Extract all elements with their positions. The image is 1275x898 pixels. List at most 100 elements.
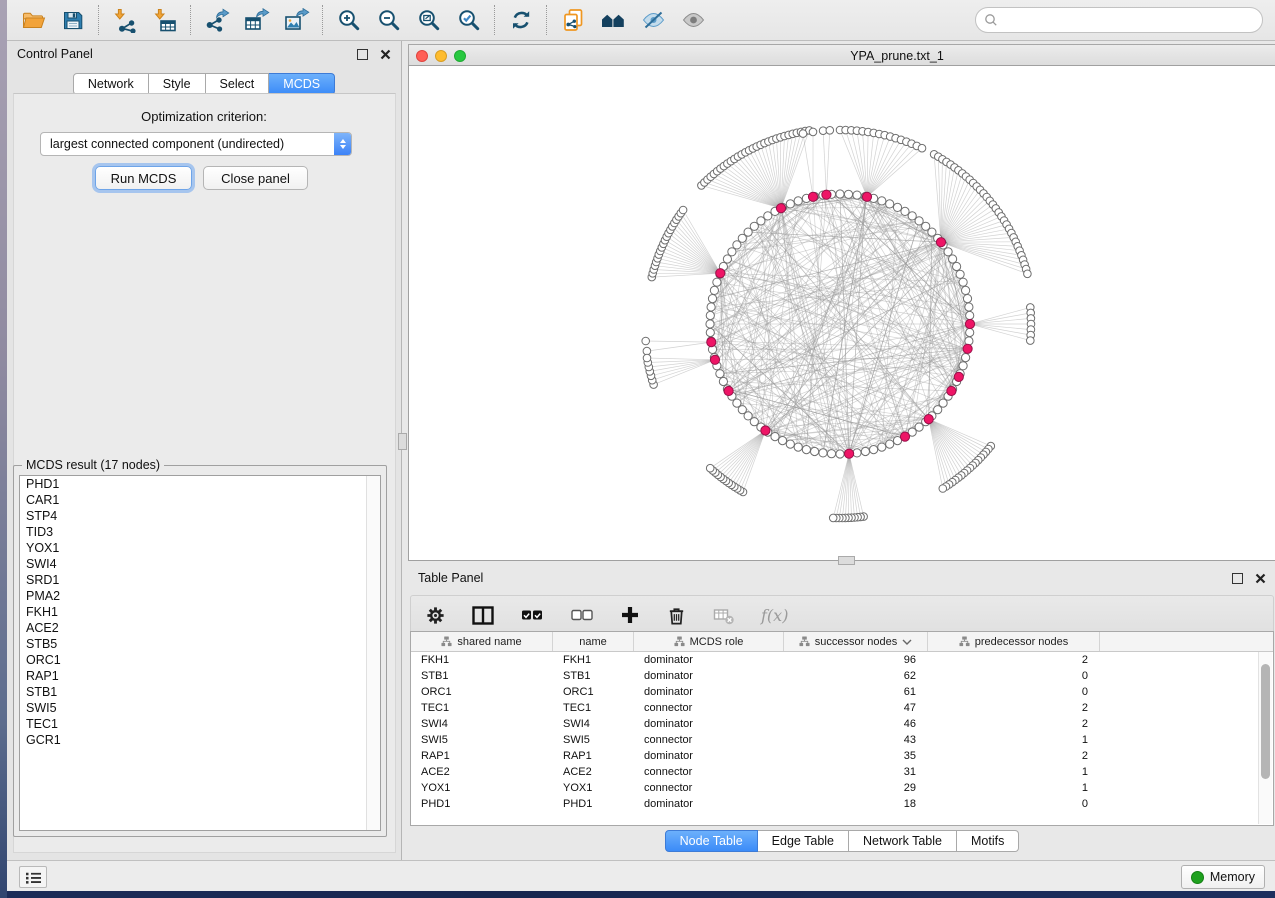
tab-style[interactable]: Style bbox=[149, 73, 206, 95]
save-session-button[interactable] bbox=[53, 3, 93, 37]
mcds-result-item[interactable]: STB5 bbox=[20, 636, 380, 652]
tab-mcds[interactable]: MCDS bbox=[269, 73, 335, 95]
clone-network-button[interactable] bbox=[553, 3, 593, 37]
column-header-shared-name[interactable]: shared name bbox=[411, 632, 553, 651]
table-cell: 18 bbox=[784, 798, 928, 810]
mcds-result-item[interactable]: STB1 bbox=[20, 684, 380, 700]
control-panel-title: Control Panel bbox=[17, 47, 93, 61]
shared-column-icon bbox=[441, 636, 452, 647]
mcds-result-item[interactable]: ORC1 bbox=[20, 652, 380, 668]
search-input[interactable] bbox=[1004, 12, 1262, 28]
tab-motifs[interactable]: Motifs bbox=[957, 830, 1019, 852]
export-image-button[interactable] bbox=[277, 3, 317, 37]
float-panel-icon[interactable] bbox=[1232, 573, 1243, 584]
mcds-result-item[interactable]: SWI5 bbox=[20, 700, 380, 716]
horizontal-splitter-handle[interactable] bbox=[838, 556, 855, 565]
column-header-MCDS-role[interactable]: MCDS role bbox=[634, 632, 784, 651]
first-neighbors-button[interactable] bbox=[593, 3, 633, 37]
hide-selected-button[interactable] bbox=[633, 3, 673, 37]
network-canvas[interactable] bbox=[408, 65, 1275, 561]
open-session-button[interactable] bbox=[13, 3, 53, 37]
vertical-splitter-handle[interactable] bbox=[398, 433, 407, 450]
mcds-result-item[interactable]: PMA2 bbox=[20, 588, 380, 604]
mcds-result-item[interactable]: TID3 bbox=[20, 524, 380, 540]
search-field[interactable] bbox=[975, 7, 1263, 33]
mcds-result-item[interactable]: GCR1 bbox=[20, 732, 380, 748]
tab-network[interactable]: Network bbox=[73, 73, 149, 95]
node-table: shared namenameMCDS rolesuccessor nodesp… bbox=[410, 631, 1274, 826]
mcds-result-item[interactable]: ACE2 bbox=[20, 620, 380, 636]
zoom-fit-button[interactable] bbox=[409, 3, 449, 37]
task-history-button[interactable] bbox=[19, 866, 47, 888]
show-all-columns-button[interactable] bbox=[520, 600, 544, 630]
tab-network-table[interactable]: Network Table bbox=[849, 830, 957, 852]
split-panel-button[interactable] bbox=[472, 600, 494, 630]
table-row[interactable]: SWI5SWI5connector431 bbox=[411, 732, 1273, 748]
table-row[interactable]: SWI4SWI4dominator462 bbox=[411, 716, 1273, 732]
memory-button[interactable]: Memory bbox=[1181, 865, 1265, 889]
node-table-header-row: shared namenameMCDS rolesuccessor nodesp… bbox=[411, 632, 1273, 652]
run-mcds-button[interactable]: Run MCDS bbox=[95, 166, 192, 190]
create-column-button[interactable] bbox=[620, 600, 640, 630]
table-row[interactable]: ORC1ORC1dominator610 bbox=[411, 684, 1273, 700]
table-cell: 1 bbox=[928, 734, 1100, 746]
hide-all-columns-button[interactable] bbox=[570, 600, 594, 630]
table-row[interactable]: YOX1YOX1connector291 bbox=[411, 780, 1273, 796]
table-row[interactable]: RAP1RAP1dominator352 bbox=[411, 748, 1273, 764]
table-row[interactable]: TEC1TEC1connector472 bbox=[411, 700, 1273, 716]
refresh-view-button[interactable] bbox=[501, 3, 541, 37]
import-network-button[interactable] bbox=[105, 3, 145, 37]
network-window-titlebar[interactable]: YPA_prune.txt_1 bbox=[408, 44, 1275, 66]
delete-columns-button[interactable] bbox=[666, 600, 687, 630]
table-row[interactable]: STB1STB1dominator620 bbox=[411, 668, 1273, 684]
column-header-successor-nodes[interactable]: successor nodes bbox=[784, 632, 928, 651]
zoom-in-button[interactable] bbox=[329, 3, 369, 37]
table-row[interactable]: PHD1PHD1dominator180 bbox=[411, 796, 1273, 812]
tab-select[interactable]: Select bbox=[206, 73, 270, 95]
mcds-result-item[interactable]: YOX1 bbox=[20, 540, 380, 556]
column-header-name[interactable]: name bbox=[553, 632, 634, 651]
table-scrollbar-thumb[interactable] bbox=[1261, 664, 1270, 779]
criterion-select[interactable]: largest connected component (undirected) bbox=[40, 132, 352, 156]
close-panel-icon[interactable] bbox=[1255, 573, 1266, 584]
mcds-list-scrollbar[interactable] bbox=[366, 476, 380, 830]
delete-table-icon bbox=[713, 605, 735, 626]
mcds-result-item[interactable]: PHD1 bbox=[20, 476, 380, 492]
import-table-button[interactable] bbox=[145, 3, 185, 37]
sort-indicator-icon bbox=[902, 639, 912, 645]
mcds-result-item[interactable]: SWI4 bbox=[20, 556, 380, 572]
column-header-predecessor-nodes[interactable]: predecessor nodes bbox=[928, 632, 1100, 651]
shared-column-icon bbox=[674, 636, 685, 647]
zoom-selected-button[interactable] bbox=[449, 3, 489, 37]
export-table-button[interactable] bbox=[237, 3, 277, 37]
tab-node-table[interactable]: Node Table bbox=[665, 830, 758, 852]
table-cell: ORC1 bbox=[553, 686, 634, 698]
table-cell: connector bbox=[634, 782, 784, 794]
mcds-result-item[interactable]: SRD1 bbox=[20, 572, 380, 588]
mcds-result-item[interactable]: STP4 bbox=[20, 508, 380, 524]
table-cell: 96 bbox=[784, 654, 928, 666]
table-row[interactable]: ACE2ACE2connector311 bbox=[411, 764, 1273, 780]
toolbar-separator bbox=[190, 5, 192, 35]
tab-edge-table[interactable]: Edge Table bbox=[758, 830, 849, 852]
function-builder-button[interactable]: f(x) bbox=[761, 600, 788, 630]
table-cell: RAP1 bbox=[553, 750, 634, 762]
status-bar: Memory bbox=[7, 860, 1275, 891]
show-all-button[interactable] bbox=[673, 3, 713, 37]
close-panel-icon[interactable] bbox=[380, 49, 391, 60]
mcds-result-item[interactable]: CAR1 bbox=[20, 492, 380, 508]
close-panel-button[interactable]: Close panel bbox=[203, 166, 308, 190]
mcds-result-item[interactable]: TEC1 bbox=[20, 716, 380, 732]
save-floppy-icon bbox=[61, 8, 85, 32]
zoom-out-button[interactable] bbox=[369, 3, 409, 37]
delete-table-button[interactable] bbox=[713, 600, 735, 630]
table-scrollbar-track[interactable] bbox=[1258, 652, 1272, 824]
table-row[interactable]: FKH1FKH1dominator962 bbox=[411, 652, 1273, 668]
mcds-result-list[interactable]: PHD1CAR1STP4TID3YOX1SWI4SRD1PMA2FKH1ACE2… bbox=[19, 475, 381, 831]
export-network-button[interactable] bbox=[197, 3, 237, 37]
float-panel-icon[interactable] bbox=[357, 49, 368, 60]
table-options-button[interactable] bbox=[425, 600, 446, 630]
table-cell: connector bbox=[634, 734, 784, 746]
mcds-result-item[interactable]: FKH1 bbox=[20, 604, 380, 620]
mcds-result-item[interactable]: RAP1 bbox=[20, 668, 380, 684]
